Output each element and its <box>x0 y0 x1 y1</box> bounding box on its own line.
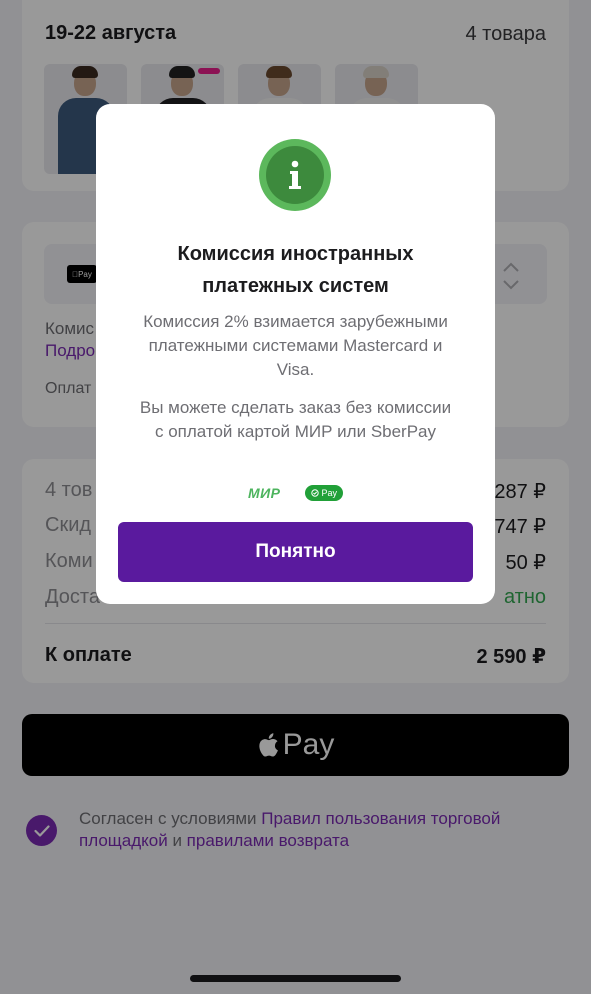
understood-button[interactable]: Понятно <box>118 522 473 582</box>
payment-logos: МИР Pay <box>96 485 495 501</box>
dialog-title: Комиссия иностранных платежных систем <box>177 243 414 297</box>
commission-info-dialog: Комиссия иностранных платежных систем Ко… <box>96 104 495 604</box>
info-icon <box>259 139 331 211</box>
dialog-message: Комиссия 2% взимается зарубежными платеж… <box>143 312 448 379</box>
mir-logo: МИР <box>247 485 281 501</box>
sber-icon <box>310 489 319 497</box>
sberpay-logo: Pay <box>304 485 344 501</box>
dialog-suggestion: Вы можете сделать заказ без комиссии с о… <box>139 398 452 441</box>
